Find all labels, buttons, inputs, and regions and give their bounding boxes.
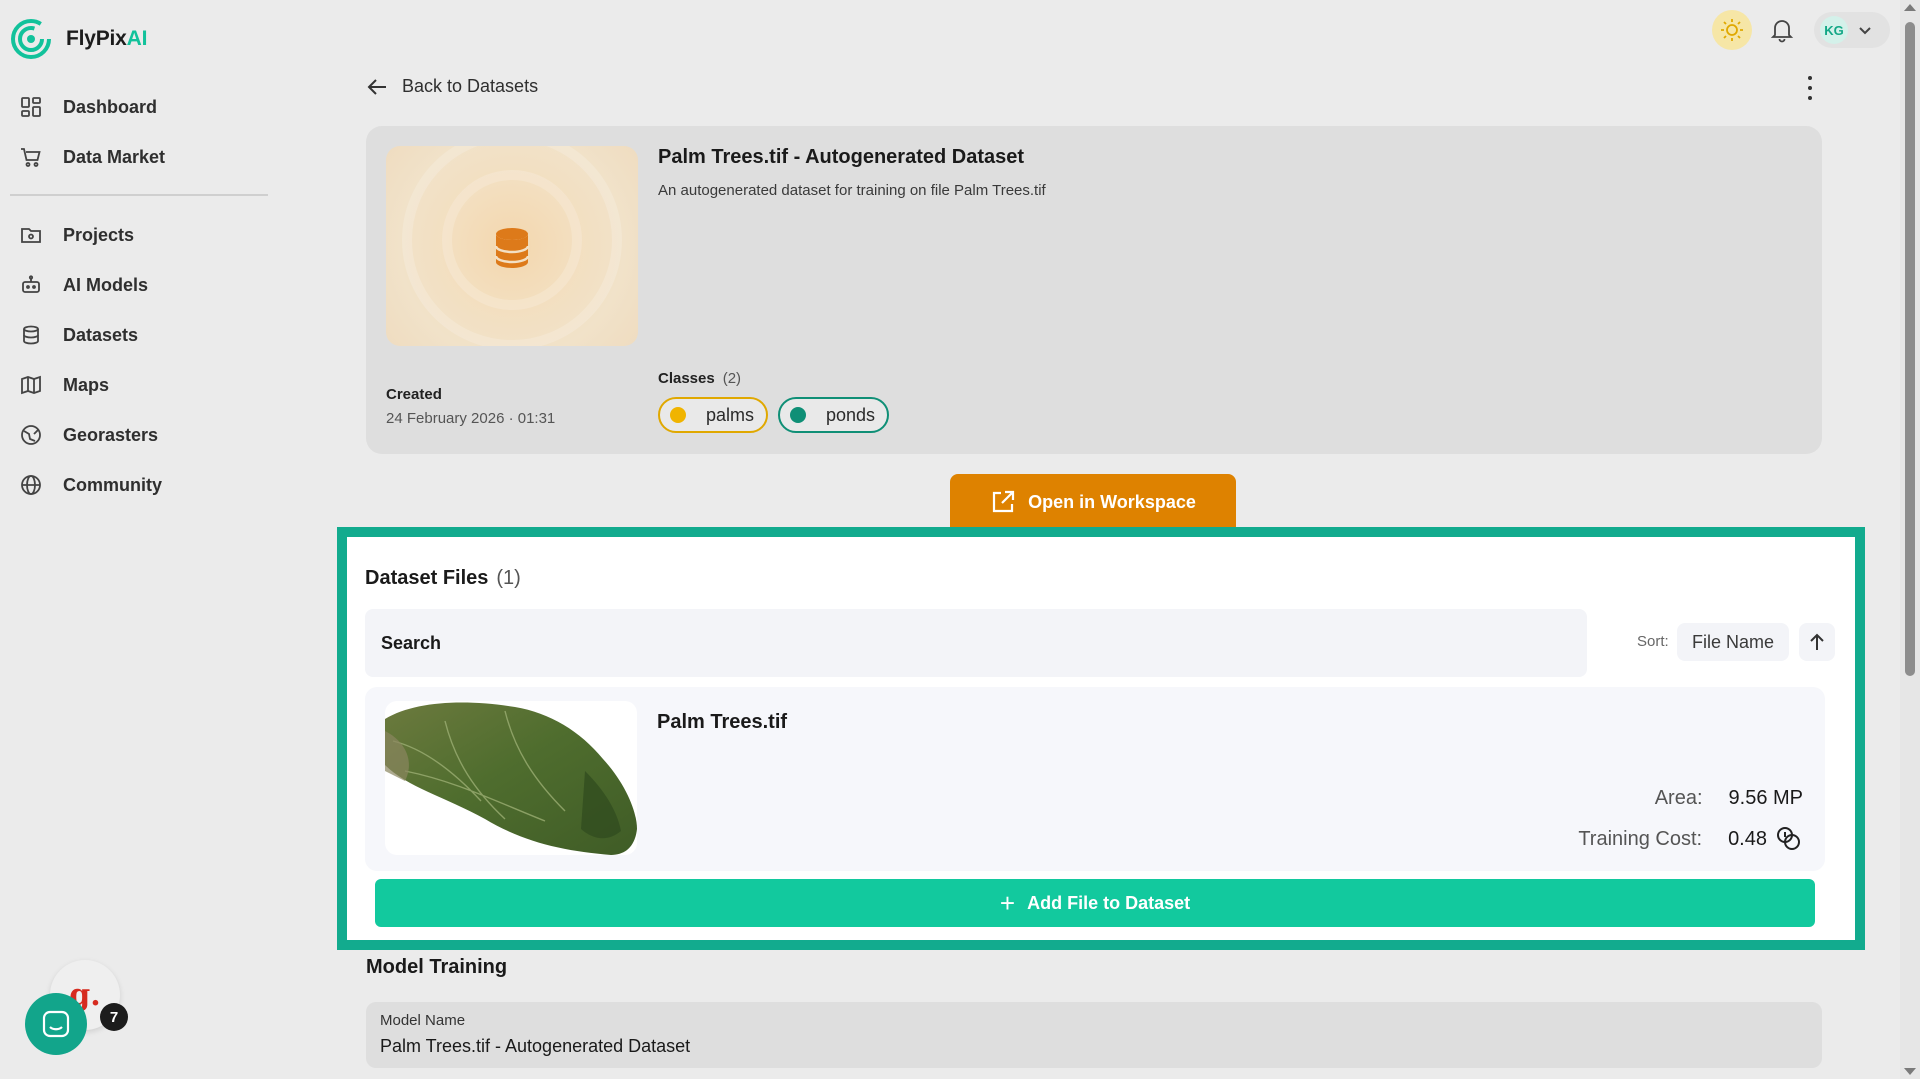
back-label: Back to Datasets xyxy=(402,76,539,96)
scroll-up-arrow-icon[interactable] xyxy=(1904,4,1916,11)
arrow-up-icon xyxy=(1810,633,1824,650)
chevron-down-icon xyxy=(1859,27,1871,35)
sidebar-item-maps[interactable]: Maps xyxy=(10,360,268,410)
area-label: Area: xyxy=(1654,787,1703,809)
file-name: Palm Trees.tif xyxy=(657,711,788,733)
sidebar-item-label: Georasters xyxy=(63,424,159,445)
coins-icon xyxy=(1777,827,1800,850)
sidebar-item-ai-models[interactable]: AI Models xyxy=(10,260,268,310)
flypix-logo-icon xyxy=(11,19,51,59)
sidebar-item-label: Datasets xyxy=(63,324,139,345)
created-value: 24 February 2026 · 01:31 xyxy=(386,410,556,427)
sidebar-item-label: Maps xyxy=(63,374,110,395)
file-area: Area: 9.56 MP xyxy=(1655,787,1803,810)
sidebar-item-label: Projects xyxy=(63,224,135,245)
classes-label: Classes (2) xyxy=(658,370,742,387)
class-name: palms xyxy=(706,404,755,425)
bell-icon[interactable] xyxy=(1768,16,1796,44)
cart-icon xyxy=(20,146,42,168)
model-name-value: Palm Trees.tif - Autogenerated Dataset xyxy=(380,1036,691,1056)
dataset-info-card: Palm Trees.tif - Autogenerated Dataset A… xyxy=(366,126,1822,454)
robot-icon xyxy=(20,274,42,296)
dataset-title: Palm Trees.tif - Autogenerated Dataset xyxy=(658,146,1025,168)
training-cost-value: 0.48 xyxy=(1728,827,1767,850)
class-color-dot xyxy=(670,407,686,423)
back-to-datasets-link[interactable]: Back to Datasets xyxy=(366,76,538,97)
file-item[interactable]: Palm Trees.tif Area: 9.56 MP Training Co… xyxy=(365,687,1825,871)
theme-toggle-button[interactable] xyxy=(1712,10,1752,50)
dataset-files-panel: Dataset Files(1) Search Sort: File Name xyxy=(337,527,1865,950)
sidebar-item-georasters[interactable]: Georasters xyxy=(10,410,268,460)
chat-launcher-button[interactable] xyxy=(25,993,87,1055)
area-value: 9.56 MP xyxy=(1728,787,1803,809)
created-label: Created xyxy=(386,386,442,403)
sort-label: Sort: xyxy=(1637,633,1669,650)
avatar: KG xyxy=(1820,16,1848,44)
sun-icon xyxy=(1721,19,1743,41)
sidebar-item-label: AI Models xyxy=(63,274,149,295)
sidebar-divider xyxy=(10,194,268,196)
map-icon xyxy=(20,374,42,396)
sidebar-item-data-market[interactable]: Data Market xyxy=(10,132,268,182)
add-file-to-dataset-button[interactable]: + Add File to Dataset xyxy=(375,879,1815,927)
sort-direction-button[interactable] xyxy=(1799,623,1835,661)
class-color-dot xyxy=(790,407,807,423)
add-file-label: Add File to Dataset xyxy=(1027,892,1191,913)
georaster-icon xyxy=(20,424,42,446)
sidebar-item-label: Dashboard xyxy=(63,96,158,117)
sidebar-item-projects[interactable]: Projects xyxy=(10,210,268,260)
app-root: FlyPixAI Dashboard Data Market Projects xyxy=(0,0,1920,1079)
model-name-label: Model Name xyxy=(380,1012,466,1029)
scroll-down-arrow-icon[interactable] xyxy=(1904,1068,1916,1075)
database-icon xyxy=(494,228,530,268)
dashboard-icon xyxy=(20,96,42,118)
search-input[interactable]: Search xyxy=(365,609,1587,677)
plus-icon: + xyxy=(999,888,1016,918)
page-scrollbar[interactable] xyxy=(1900,0,1920,1079)
scroll-thumb[interactable] xyxy=(1905,22,1915,676)
classes-list: palms ponds xyxy=(658,397,890,433)
sidebar-item-label: Data Market xyxy=(63,146,166,167)
more-options-icon[interactable] xyxy=(1804,76,1816,100)
model-training-title: Model Training xyxy=(366,956,508,978)
file-training-cost: Training Cost: 0.48 xyxy=(1578,825,1803,853)
globe-icon xyxy=(20,474,42,496)
notification-count-badge: 7 xyxy=(100,1003,128,1031)
file-thumbnail xyxy=(385,701,637,855)
sidebar-item-dashboard[interactable]: Dashboard xyxy=(10,82,268,132)
folder-icon xyxy=(20,224,42,246)
external-link-icon xyxy=(993,490,1015,513)
app-name: FlyPixAI xyxy=(66,27,148,50)
sidebar-item-datasets[interactable]: Datasets xyxy=(10,310,268,360)
class-chip-ponds[interactable]: ponds xyxy=(778,397,890,433)
dataset-thumbnail xyxy=(386,146,638,346)
sort-field-select[interactable]: File Name xyxy=(1677,623,1789,661)
model-name-field[interactable]: Model Name Palm Trees.tif - Autogenerate… xyxy=(366,1002,1822,1068)
dataset-files-title: Dataset Files (1) xyxy=(365,567,521,589)
chat-icon xyxy=(42,1010,70,1038)
app-logo[interactable]: FlyPixAI xyxy=(10,18,147,60)
sidebar-item-community[interactable]: Community xyxy=(10,460,268,510)
training-cost-label: Training Cost: xyxy=(1578,827,1703,850)
sidebar-item-label: Community xyxy=(63,474,162,495)
user-menu[interactable]: KG xyxy=(1814,12,1890,48)
sidebar-nav: Dashboard Data Market Projects AI Models xyxy=(10,82,268,510)
arrow-left-icon xyxy=(367,78,386,95)
dataset-description: An autogenerated dataset for training on… xyxy=(658,182,1046,199)
open-in-workspace-button[interactable]: Open in Workspace xyxy=(950,474,1236,530)
class-chip-palms[interactable]: palms xyxy=(658,397,769,433)
class-name: ponds xyxy=(826,404,876,425)
open-in-workspace-label: Open in Workspace xyxy=(1028,491,1196,512)
database-icon xyxy=(20,324,42,346)
